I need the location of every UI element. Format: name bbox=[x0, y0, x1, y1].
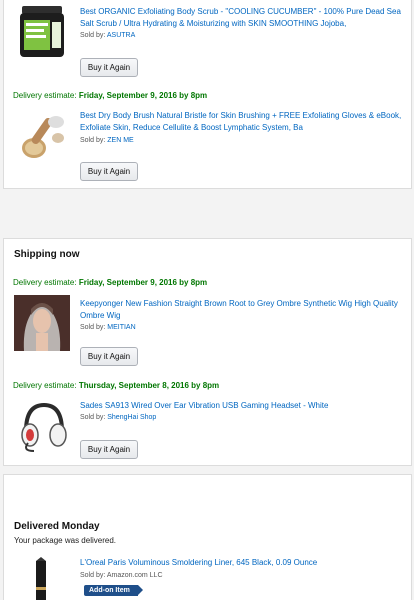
product-title-link[interactable]: Best Dry Body Brush Natural Bristle for … bbox=[80, 110, 405, 134]
product-image-headset[interactable] bbox=[14, 397, 70, 453]
shipment-status-heading: Delivered Monday bbox=[14, 521, 100, 532]
seller-line: Sold by: ShengHai Shop bbox=[80, 414, 156, 421]
seller-line: Sold by: ZEN ME bbox=[80, 137, 134, 144]
delivery-estimate-label: Delivery estimate: bbox=[13, 91, 77, 100]
product-title-link[interactable]: Sades SA913 Wired Over Ear Vibration USB… bbox=[80, 400, 405, 412]
delivery-estimate-label: Delivery estimate: bbox=[13, 278, 77, 287]
seller-link[interactable]: ZEN ME bbox=[107, 137, 133, 144]
seller-link[interactable]: MEITIAN bbox=[107, 324, 135, 331]
sold-by-label: Sold by: bbox=[80, 414, 106, 421]
delivery-status-text: Your package was delivered. bbox=[14, 536, 116, 545]
delivery-estimate-date: Thursday, September 8, 2016 by 8pm bbox=[78, 381, 220, 390]
seller-name: Amazon.com LLC bbox=[106, 572, 163, 579]
sold-by-label: Sold by: bbox=[80, 137, 106, 144]
seller-link[interactable]: ShengHai Shop bbox=[107, 414, 156, 421]
product-image-wig[interactable] bbox=[14, 295, 70, 351]
order-card-shipping-now: Shipping now Delivery estimate: Friday, … bbox=[3, 238, 412, 466]
buy-it-again-button[interactable]: Buy it Again bbox=[80, 440, 138, 459]
product-title-link[interactable]: Best ORGANIC Exfoliating Body Scrub - "C… bbox=[80, 6, 405, 30]
seller-line: Sold by: MEITIAN bbox=[80, 324, 136, 331]
order-card-top: Best ORGANIC Exfoliating Body Scrub - "C… bbox=[3, 0, 412, 189]
product-title-link[interactable]: Keepyonger New Fashion Straight Brown Ro… bbox=[80, 298, 405, 322]
product-image-body-scrub[interactable] bbox=[14, 4, 70, 60]
sold-by-label: Sold by: bbox=[80, 324, 106, 331]
delivery-estimate: Delivery estimate: Friday, September 9, … bbox=[13, 278, 207, 287]
delivery-estimate-date: Friday, September 9, 2016 by 8pm bbox=[78, 278, 208, 287]
buy-it-again-button[interactable]: Buy it Again bbox=[80, 58, 138, 77]
seller-line: Sold by: Amazon.com LLC bbox=[80, 572, 163, 579]
sold-by-label: Sold by: bbox=[80, 32, 106, 39]
seller-link[interactable]: ASUTRA bbox=[107, 32, 135, 39]
delivery-estimate-date: Friday, September 9, 2016 by 8pm bbox=[78, 91, 208, 100]
seller-line: Sold by: ASUTRA bbox=[80, 32, 135, 39]
buy-it-again-button[interactable]: Buy it Again bbox=[80, 347, 138, 366]
delivery-estimate: Delivery estimate: Friday, September 9, … bbox=[13, 91, 207, 100]
product-title-link[interactable]: L'Oreal Paris Voluminous Smoldering Line… bbox=[80, 557, 405, 569]
shipment-status-heading: Shipping now bbox=[14, 249, 80, 260]
order-card-delivered: Delivered Monday Your package was delive… bbox=[3, 474, 412, 600]
delivery-estimate-label: Delivery estimate: bbox=[13, 381, 77, 390]
sold-by-label: Sold by: bbox=[80, 572, 106, 579]
product-image-dry-brush[interactable] bbox=[14, 108, 70, 164]
delivery-estimate: Delivery estimate: Thursday, September 8… bbox=[13, 381, 219, 390]
product-image-eyeliner[interactable] bbox=[14, 557, 70, 600]
buy-it-again-button[interactable]: Buy it Again bbox=[80, 162, 138, 181]
add-on-item-badge: Add-on Item bbox=[84, 585, 143, 596]
